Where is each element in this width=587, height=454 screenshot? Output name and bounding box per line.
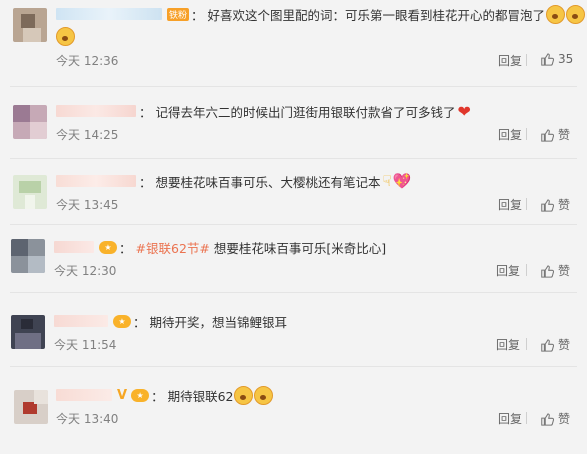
like-button[interactable]: 赞 bbox=[540, 336, 570, 353]
reply-button[interactable]: 回复 bbox=[498, 196, 522, 213]
separator bbox=[526, 198, 527, 210]
bubble-emoji-icon bbox=[56, 26, 75, 46]
reply-button[interactable]: 回复 bbox=[498, 410, 522, 427]
timestamp: 今天 12:30 bbox=[54, 264, 117, 278]
vip-badge: ★ bbox=[113, 314, 131, 328]
separator bbox=[526, 54, 527, 66]
username[interactable] bbox=[56, 105, 136, 117]
separator bbox=[526, 264, 527, 276]
separator bbox=[526, 338, 527, 350]
divider bbox=[10, 366, 577, 367]
sparkling-heart-icon: 💖 bbox=[392, 172, 412, 190]
bubble-emoji-icon bbox=[234, 385, 254, 405]
like-label: 赞 bbox=[558, 198, 571, 212]
timestamp: 今天 14:25 bbox=[56, 128, 119, 142]
comment-text: 记得去年六二的时候出门逛街用银联付款省了可多钱了 bbox=[155, 104, 456, 120]
colon: ： bbox=[139, 104, 152, 120]
thumbs-up-icon bbox=[541, 53, 554, 66]
topic-link[interactable]: #银联62节# bbox=[136, 238, 210, 257]
username[interactable] bbox=[54, 315, 108, 327]
thumbs-up-icon bbox=[541, 198, 554, 212]
divider bbox=[10, 158, 577, 159]
comment-text: 期待开奖，想当锦鲤银耳 bbox=[149, 314, 288, 330]
colon: ： bbox=[151, 388, 164, 404]
like-button[interactable]: 35 bbox=[540, 52, 573, 66]
thumbs-up-icon bbox=[541, 128, 554, 142]
comment-text: 好喜欢这个图里配的词：可乐第一眼看到桂花开心的都冒泡了 bbox=[207, 7, 546, 23]
separator bbox=[526, 128, 527, 140]
avatar[interactable] bbox=[11, 239, 45, 273]
colon: ： bbox=[119, 240, 132, 256]
like-button[interactable]: 赞 bbox=[540, 410, 570, 427]
username[interactable] bbox=[54, 241, 94, 253]
reply-button[interactable]: 回复 bbox=[498, 126, 522, 143]
timestamp: 今天 12:36 bbox=[56, 54, 119, 68]
timestamp: 今天 11:54 bbox=[54, 338, 117, 352]
like-label: 赞 bbox=[558, 412, 571, 426]
fan-badge: 铁粉 bbox=[167, 7, 190, 21]
like-label: 赞 bbox=[558, 128, 571, 142]
comment-text: 期待银联62 bbox=[167, 388, 234, 404]
divider bbox=[10, 292, 577, 293]
reply-button[interactable]: 回复 bbox=[498, 52, 522, 69]
username[interactable] bbox=[56, 175, 136, 187]
reply-button[interactable]: 回复 bbox=[496, 262, 520, 279]
thumbs-up-icon bbox=[541, 412, 554, 426]
like-button[interactable]: 赞 bbox=[540, 126, 570, 143]
divider bbox=[10, 86, 577, 87]
bubble-emoji-icon bbox=[254, 385, 274, 405]
like-count: 35 bbox=[558, 52, 574, 66]
comment-text: 想要桂花味百事可乐[米奇比心] bbox=[213, 240, 387, 256]
vip-badge: ★ bbox=[99, 240, 117, 254]
like-button[interactable]: 赞 bbox=[540, 262, 570, 279]
colon: ： bbox=[133, 314, 146, 330]
pointing-hand-icon: ☟ bbox=[382, 172, 392, 190]
reply-button[interactable]: 回复 bbox=[496, 336, 520, 353]
like-button[interactable]: 赞 bbox=[540, 196, 570, 213]
bubble-emoji-icon bbox=[546, 4, 566, 24]
like-label: 赞 bbox=[558, 338, 571, 352]
username[interactable] bbox=[56, 389, 112, 401]
colon: ： bbox=[191, 7, 204, 23]
avatar[interactable] bbox=[14, 390, 48, 424]
verified-v-icon: V bbox=[117, 387, 128, 403]
avatar[interactable] bbox=[13, 8, 47, 42]
thumbs-up-icon bbox=[541, 264, 554, 278]
avatar[interactable] bbox=[11, 315, 45, 349]
thumbs-up-icon bbox=[541, 338, 554, 352]
heart-icon: ❤ bbox=[457, 101, 471, 121]
comment-text: 想要桂花味百事可乐、大樱桃还有笔记本 bbox=[155, 174, 381, 190]
avatar[interactable] bbox=[13, 175, 47, 209]
avatar[interactable] bbox=[13, 105, 47, 139]
separator bbox=[526, 412, 527, 424]
divider bbox=[10, 224, 577, 225]
colon: ： bbox=[139, 174, 152, 190]
vip-badge: ★ bbox=[131, 388, 150, 402]
timestamp: 今天 13:45 bbox=[56, 198, 119, 212]
timestamp: 今天 13:40 bbox=[56, 412, 119, 426]
bubble-emoji-icon bbox=[566, 4, 586, 24]
like-label: 赞 bbox=[558, 264, 571, 278]
username[interactable] bbox=[56, 8, 162, 20]
